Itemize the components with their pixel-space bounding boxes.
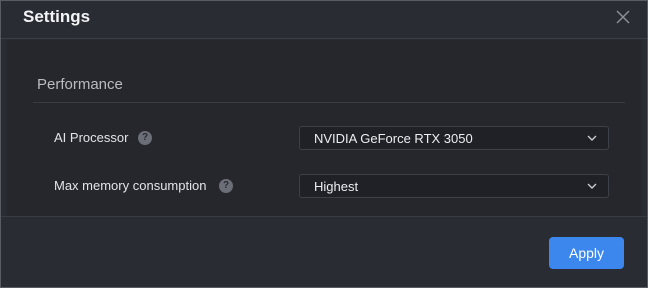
max-memory-label: Max memory consumption <box>54 178 207 193</box>
dialog-titlebar: Settings <box>1 1 647 39</box>
help-icon[interactable]: ? <box>138 131 152 145</box>
apply-button[interactable]: Apply <box>549 237 624 269</box>
footer-divider <box>1 216 647 217</box>
ai-processor-select[interactable]: NVIDIA GeForce RTX 3050 <box>299 126 609 150</box>
close-icon[interactable] <box>613 7 633 27</box>
help-icon[interactable]: ? <box>219 179 233 193</box>
max-memory-value: Highest <box>314 179 359 194</box>
max-memory-select[interactable]: Highest <box>299 174 609 198</box>
ai-processor-value: NVIDIA GeForce RTX 3050 <box>314 131 473 146</box>
dialog-title: Settings <box>23 7 91 26</box>
ai-processor-label: AI Processor <box>54 130 129 145</box>
chevron-down-icon <box>587 183 597 189</box>
section-divider <box>33 102 625 103</box>
section-title-performance: Performance <box>37 76 123 93</box>
chevron-down-icon <box>587 135 597 141</box>
settings-dialog: Settings Performance AI Processor ? NVID… <box>0 0 648 288</box>
settings-content: Performance AI Processor ? NVIDIA GeForc… <box>7 40 641 216</box>
